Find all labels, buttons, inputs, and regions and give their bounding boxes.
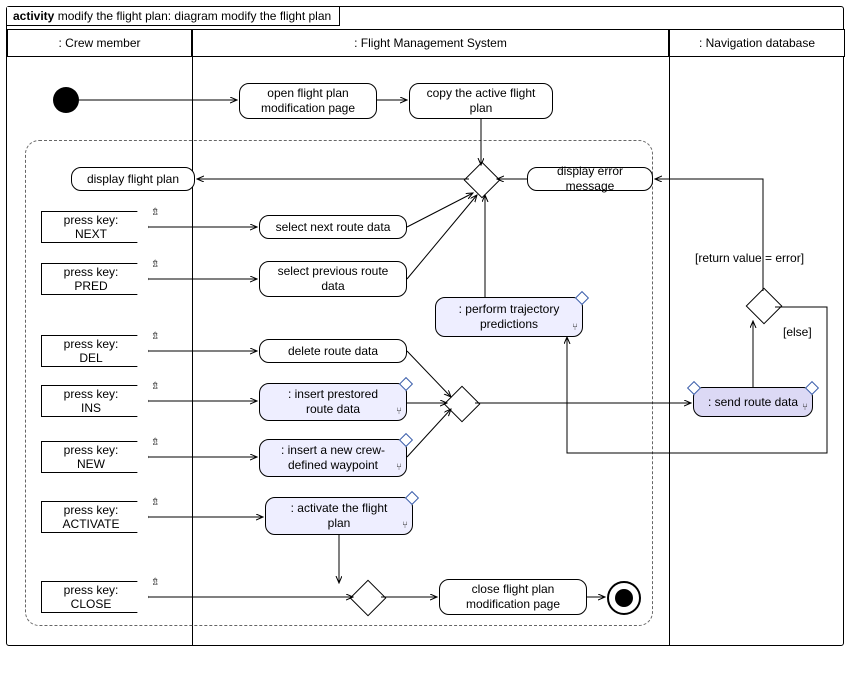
action-delete-route: delete route data	[259, 339, 407, 363]
lightning-icon: ⇯	[151, 259, 159, 270]
initial-node	[53, 87, 79, 113]
lightning-icon: ⇯	[151, 577, 159, 588]
rake-icon: ⑂	[572, 322, 578, 335]
final-node-inner	[615, 589, 633, 607]
signal-activate: press key: ACTIVATE	[41, 501, 149, 533]
rake-icon: ⑂	[396, 462, 402, 475]
action-copy-plan: copy the active flight plan	[409, 83, 553, 119]
lane-header-fms: : Flight Management System	[192, 29, 669, 57]
lane-header-crew: : Crew member	[7, 29, 192, 57]
action-display-plan: display flight plan	[71, 167, 195, 191]
lane-header-nav: : Navigation database	[669, 29, 845, 57]
lightning-icon: ⇯	[151, 207, 159, 218]
action-select-next: select next route data	[259, 215, 407, 239]
frame-title: activity modify the flight plan: diagram…	[7, 7, 340, 26]
call-insert-prestored: : insert prestored route data ⑂	[259, 383, 407, 421]
rake-icon: ⑂	[396, 406, 402, 419]
lightning-icon: ⇯	[151, 437, 159, 448]
action-select-prev: select previous route data	[259, 261, 407, 297]
pin-icon	[687, 381, 701, 395]
activity-frame: activity modify the flight plan: diagram…	[6, 6, 844, 646]
signal-close: press key: CLOSE	[41, 581, 149, 613]
signal-next: press key: NEXT	[41, 211, 149, 243]
call-perform-predictions: : perform trajectory predictions ⑂	[435, 297, 583, 337]
signal-new: press key: NEW	[41, 441, 149, 473]
action-open-page: open flight plan modification page	[239, 83, 377, 119]
pin-icon	[805, 381, 819, 395]
rake-icon: ⑂	[802, 402, 808, 415]
guard-error: [return value = error]	[695, 251, 804, 265]
rake-icon: ⑂	[402, 520, 408, 533]
action-close-page: close flight plan modification page	[439, 579, 587, 615]
decision-return	[746, 288, 783, 325]
signal-pred: press key: PRED	[41, 263, 149, 295]
guard-else: [else]	[783, 325, 812, 339]
signal-del: press key: DEL	[41, 335, 149, 367]
lightning-icon: ⇯	[151, 331, 159, 342]
lane-sep-2	[669, 57, 670, 645]
call-activate-plan: : activate the flight plan ⑂	[265, 497, 413, 535]
lightning-icon: ⇯	[151, 497, 159, 508]
lightning-icon: ⇯	[151, 381, 159, 392]
signal-ins: press key: INS	[41, 385, 149, 417]
call-insert-crew-wp: : insert a new crew- defined waypoint ⑂	[259, 439, 407, 477]
call-send-route: : send route data ⑂	[693, 387, 813, 417]
final-node	[607, 581, 641, 615]
diagram-canvas: activity modify the flight plan: diagram…	[0, 0, 850, 677]
action-display-error: display error message	[527, 167, 653, 191]
